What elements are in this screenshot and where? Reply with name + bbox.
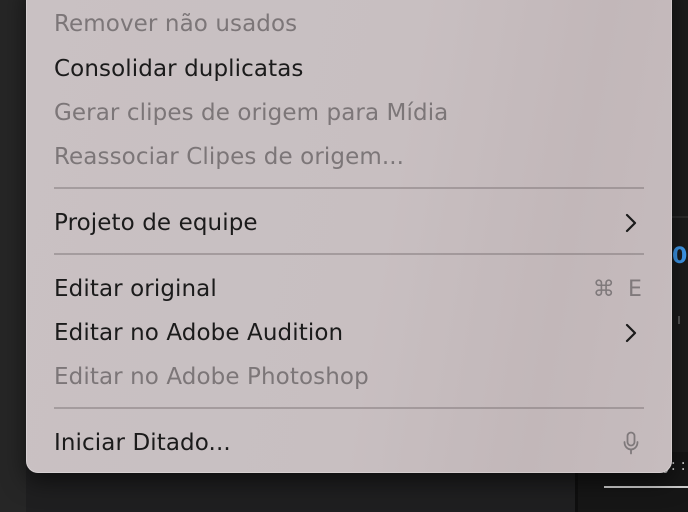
background-tick	[678, 316, 680, 324]
menu-separator	[54, 253, 644, 255]
context-menu: Remover não usados Consolidar duplicatas…	[26, 0, 672, 473]
menu-item-label: Consolidar duplicatas	[54, 56, 304, 82]
menu-item-remove-unused[interactable]: Remover não usados	[26, 4, 672, 44]
chevron-right-icon	[620, 212, 642, 234]
menu-item-edit-original[interactable]: Editar original ⌘ E	[26, 269, 672, 309]
menu-item-generate-source-clips[interactable]: Gerar clipes de origem para Mídia	[26, 93, 672, 133]
menu-item-label: Gerar clipes de origem para Mídia	[54, 100, 449, 126]
background-left-panel	[0, 0, 26, 512]
menu-item-reassociate-source-clips[interactable]: Reassociar Clipes de origem...	[26, 137, 672, 177]
menu-separator	[54, 407, 644, 409]
menu-item-label: Editar no Adobe Photoshop	[54, 364, 369, 390]
menu-item-label: Reassociar Clipes de origem...	[54, 144, 405, 170]
menu-item-consolidate-duplicates[interactable]: Consolidar duplicatas	[26, 49, 672, 89]
menu-item-label: Iniciar Ditado...	[54, 430, 231, 456]
menu-item-team-project[interactable]: Projeto de equipe	[26, 203, 672, 243]
microphone-icon	[620, 430, 642, 456]
background-bottom-line	[604, 486, 688, 488]
background-divider	[672, 216, 688, 218]
menu-item-start-dictation[interactable]: Iniciar Ditado...	[26, 423, 672, 463]
background-timecode: 07	[672, 244, 688, 269]
keyboard-shortcut: ⌘ E	[592, 276, 642, 302]
menu-item-label: Projeto de equipe	[54, 210, 258, 236]
menu-item-edit-in-audition[interactable]: Editar no Adobe Audition	[26, 313, 672, 353]
menu-item-label: Remover não usados	[54, 11, 298, 37]
background-right-panel: 07	[672, 0, 688, 512]
menu-item-label: Editar original	[54, 276, 217, 302]
menu-item-label: Editar no Adobe Audition	[54, 320, 344, 346]
menu-item-edit-in-photoshop[interactable]: Editar no Adobe Photoshop	[26, 357, 672, 397]
menu-separator	[54, 187, 644, 189]
chevron-right-icon	[620, 322, 642, 344]
